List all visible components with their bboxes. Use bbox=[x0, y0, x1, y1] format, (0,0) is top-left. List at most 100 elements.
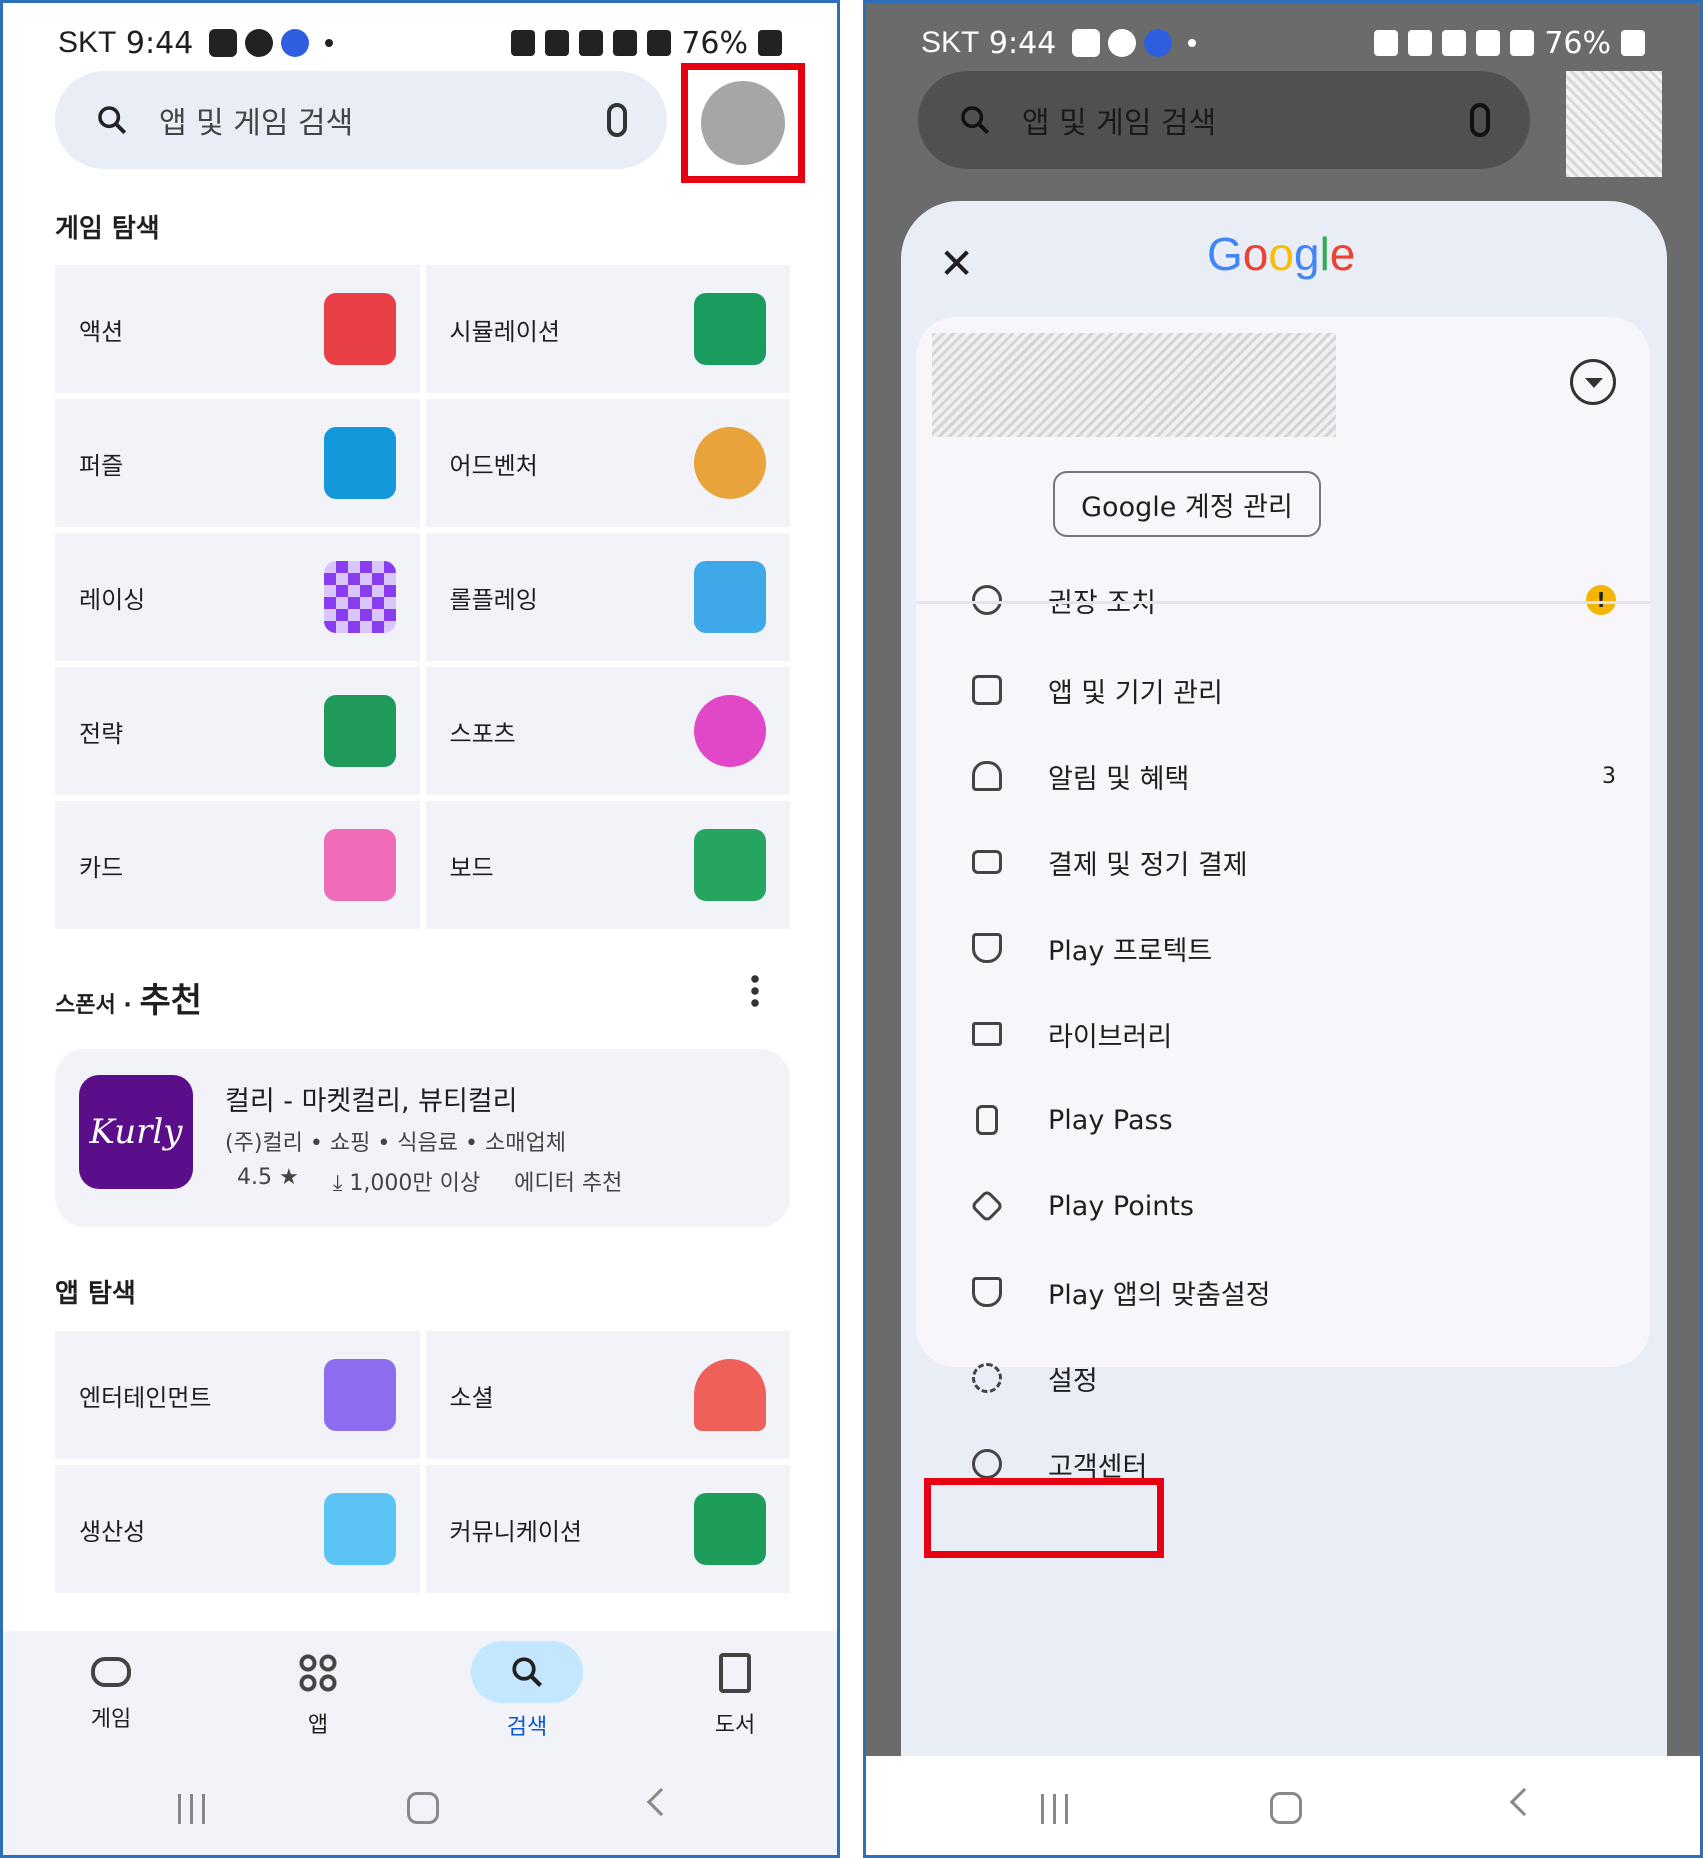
menu-recommended-actions[interactable]: 권장 조치! bbox=[916, 557, 1650, 643]
nav-games[interactable]: 게임 bbox=[51, 1641, 171, 1733]
menu-notifications[interactable]: 알림 및 혜택 3 bbox=[916, 733, 1650, 819]
app-notification-icon bbox=[281, 29, 310, 57]
account-switch-dropdown-icon[interactable] bbox=[1570, 359, 1616, 405]
category-adventure[interactable]: 어드벤처 bbox=[425, 399, 790, 527]
battery-icon bbox=[1621, 30, 1645, 56]
alarm-icon bbox=[1408, 30, 1433, 56]
menu-manage-apps[interactable]: 앱 및 기기 관리 bbox=[916, 647, 1650, 733]
google-logo-letter: o bbox=[1242, 228, 1269, 280]
status-bar: SKT 9:44 76% bbox=[921, 21, 1645, 65]
nav-books[interactable]: 도서 bbox=[675, 1641, 795, 1739]
gallery-icon bbox=[209, 29, 238, 57]
menu-play-points[interactable]: Play Points bbox=[916, 1163, 1650, 1249]
search-bar[interactable]: 앱 및 게임 검색 bbox=[55, 71, 667, 169]
5g-icon bbox=[613, 30, 638, 56]
google-logo-letter: G bbox=[1207, 228, 1243, 280]
more-notifications-icon bbox=[325, 39, 334, 47]
play-store-search-screen: SKT 9:44 76% 앱 및 게임 검색 게임 탐색 액션 시뮬레이션 퍼즐… bbox=[0, 0, 840, 1858]
close-icon[interactable]: ✕ bbox=[939, 239, 974, 288]
back-icon[interactable] bbox=[1509, 1787, 1539, 1817]
sponsored-app-card[interactable]: Kurly 컬리 - 마켓컬리, 뷰티컬리 (주)컬리 • 쇼핑 • 식음료 •… bbox=[55, 1049, 790, 1227]
editor-choice-badge: 에디터 추천 bbox=[514, 1171, 623, 1196]
bottom-navigation: 게임 앱 검색 도서 bbox=[3, 1631, 837, 1756]
alarm-icon bbox=[545, 30, 570, 56]
carrier-label: SKT bbox=[58, 26, 117, 59]
search-bar-dimmed: 앱 및 게임 검색 bbox=[918, 71, 1530, 169]
map-icon bbox=[694, 293, 766, 365]
app-category-grid: 엔터테인먼트 소셜 생산성 커뮤니케이션 bbox=[55, 1331, 790, 1593]
compass-icon bbox=[694, 427, 766, 499]
mic-icon[interactable] bbox=[607, 103, 627, 137]
home-icon[interactable] bbox=[1270, 1792, 1302, 1824]
nav-apps[interactable]: 앱 bbox=[258, 1641, 378, 1739]
recent-apps-icon[interactable] bbox=[178, 1794, 206, 1824]
account-menu-screen: SKT 9:44 76% 앱 및 게임 검색 ✕ Google Google 계… bbox=[863, 0, 1703, 1858]
category-sports[interactable]: 스포츠 bbox=[425, 667, 790, 795]
notification-count: 3 bbox=[1602, 763, 1616, 789]
blurred-account-name bbox=[932, 333, 1336, 437]
google-logo: Google bbox=[1207, 227, 1355, 281]
category-entertainment[interactable]: 엔터테인먼트 bbox=[55, 1331, 420, 1459]
folder-icon bbox=[972, 1022, 1002, 1046]
gallery-icon bbox=[1072, 29, 1101, 57]
account-avatar[interactable] bbox=[701, 81, 785, 165]
gamepad-icon bbox=[91, 1657, 131, 1687]
category-puzzle[interactable]: 퍼즐 bbox=[55, 399, 420, 527]
diamond-icon bbox=[970, 1189, 1004, 1223]
menu-library[interactable]: 라이브러리 bbox=[916, 991, 1650, 1077]
shield-settings-icon bbox=[972, 1277, 1002, 1307]
sponsored-header: 스폰서 · 추천 bbox=[55, 981, 202, 1021]
book-icon bbox=[719, 1653, 751, 1693]
kurly-app-icon: Kurly bbox=[79, 1075, 193, 1189]
category-action[interactable]: 액션 bbox=[55, 265, 420, 393]
menu-payments[interactable]: 결제 및 정기 결제 bbox=[916, 819, 1650, 905]
manage-google-account-button[interactable]: Google 계정 관리 bbox=[1053, 471, 1321, 537]
battery-saver-icon bbox=[511, 30, 536, 56]
more-options-icon[interactable] bbox=[751, 973, 759, 1009]
clock: 9:44 bbox=[125, 25, 194, 61]
menu-personalization[interactable]: Play 앱의 맞춤설정 bbox=[916, 1249, 1650, 1335]
mute-icon bbox=[1442, 30, 1467, 56]
account-avatar-blurred[interactable] bbox=[1566, 71, 1662, 177]
nav-search[interactable]: 검색 bbox=[467, 1641, 587, 1741]
signal-icon bbox=[647, 30, 672, 56]
signal-icon bbox=[1510, 30, 1535, 56]
divider bbox=[916, 601, 1650, 604]
warning-badge-icon: ! bbox=[1586, 585, 1616, 615]
search-input[interactable]: 앱 및 게임 검색 bbox=[159, 98, 607, 142]
category-strategy[interactable]: 전략 bbox=[55, 667, 420, 795]
gear-icon bbox=[972, 1363, 1002, 1393]
battery-icon bbox=[758, 30, 782, 56]
search-icon bbox=[98, 106, 127, 135]
category-social[interactable]: 소셜 bbox=[425, 1331, 790, 1459]
category-communication[interactable]: 커뮤니케이션 bbox=[425, 1465, 790, 1593]
category-board[interactable]: 보드 bbox=[425, 801, 790, 929]
category-roleplaying[interactable]: 롤플레잉 bbox=[425, 533, 790, 661]
play-protect-shield-icon bbox=[972, 933, 1002, 963]
section-title-apps: 앱 탐색 bbox=[55, 1279, 136, 1309]
battery-percent: 76% bbox=[681, 25, 748, 61]
category-productivity[interactable]: 생산성 bbox=[55, 1465, 420, 1593]
category-racing[interactable]: 레이싱 bbox=[55, 533, 420, 661]
back-icon[interactable] bbox=[646, 1787, 676, 1817]
menu-play-pass[interactable]: Play Pass bbox=[916, 1077, 1650, 1163]
app-downloads: ⤓ 1,000만 이상 bbox=[332, 1171, 481, 1196]
puzzle-icon bbox=[323, 427, 396, 499]
people-icon bbox=[694, 1359, 766, 1431]
5g-icon bbox=[1476, 30, 1501, 56]
category-simulation[interactable]: 시뮬레이션 bbox=[425, 265, 790, 393]
category-card[interactable]: 카드 bbox=[55, 801, 420, 929]
recent-apps-icon[interactable] bbox=[1041, 1794, 1069, 1824]
list-icon bbox=[323, 1493, 396, 1565]
google-logo-letter: g bbox=[1293, 228, 1320, 280]
app-notification-icon bbox=[1144, 29, 1173, 57]
clock: 9:44 bbox=[988, 25, 1057, 61]
google-logo-letter: l bbox=[1319, 228, 1330, 280]
menu-settings[interactable]: 설정 bbox=[916, 1335, 1650, 1421]
battery-saver-icon bbox=[1374, 30, 1399, 56]
home-icon[interactable] bbox=[407, 1792, 439, 1824]
carrier-label: SKT bbox=[921, 26, 980, 59]
search-icon bbox=[512, 1657, 542, 1687]
menu-play-protect[interactable]: Play 프로텍트 bbox=[916, 905, 1650, 991]
google-logo-letter: e bbox=[1329, 228, 1356, 280]
